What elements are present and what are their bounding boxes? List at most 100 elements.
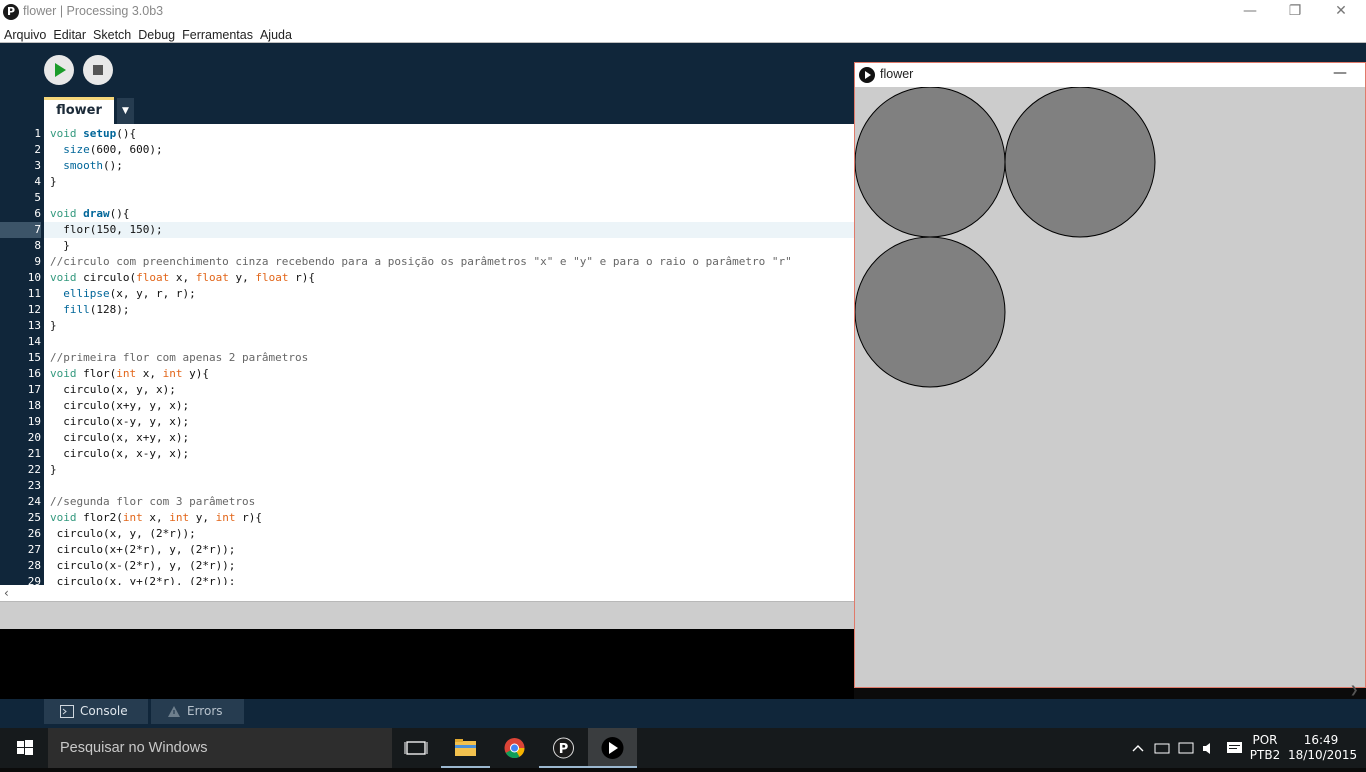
title-bar: P flower | Processing 3.0b3 — ❐ ✕ [0,0,1366,24]
language-indicator[interactable]: POR PTB2 [1246,728,1284,768]
tab-errors[interactable]: Errors [151,699,244,724]
code-line: //primeira flor com apenas 2 parâmetros [50,351,309,364]
line-number: 1 [34,127,41,140]
line-number: 9 [34,255,41,268]
stop-button[interactable] [83,55,113,85]
menu-arquivo[interactable]: Arquivo [0,27,49,42]
menu-ferramentas[interactable]: Ferramentas [178,27,256,42]
svg-text:P: P [559,742,569,757]
sketch-window[interactable]: flower — [854,62,1366,688]
tab-console-label: Console [80,704,128,718]
code-line: void draw(){ [50,207,130,220]
sketch-minimize-button[interactable]: — [1333,65,1347,81]
stop-icon [93,65,103,75]
code-line: } [50,319,57,332]
line-number: 28 [27,559,41,572]
code-line: flor(150, 150); [50,223,163,236]
line-number: 3 [34,159,41,172]
code-line: } [50,239,70,252]
line-number: 25 [27,511,41,524]
code-line: void flor2(int x, int y, int r){ [50,511,262,524]
tab-console[interactable]: Console [44,699,148,724]
line-number: 15 [27,351,41,364]
code-line: void setup(){ [50,127,137,140]
task-view-icon [404,741,428,755]
status-bar [0,601,854,629]
code-line: } [50,463,57,476]
code-line: smooth(); [63,159,123,172]
menu-debug[interactable]: Debug [134,27,178,42]
run-button[interactable] [44,55,74,85]
sketch-title-bar: flower — [855,63,1365,87]
file-explorer-button[interactable] [441,728,490,768]
sketch-title: flower [880,67,914,81]
scroll-left-icon[interactable]: ‹ [4,585,9,601]
console-tab-bar: Console Errors [0,699,1366,728]
clock-date: 18/10/2015 [1288,748,1358,762]
processing-taskbar-button[interactable]: P [539,728,588,768]
scroll-down-icon[interactable]: ❯ [1350,685,1358,696]
chrome-icon [504,738,525,759]
menu-sketch[interactable]: Sketch [89,27,134,42]
current-line-highlight [44,222,854,238]
clock[interactable]: 16:49 18/10/2015 [1288,728,1358,768]
code-line: } [50,175,57,188]
code-line: void circulo(float x, float y, float r){ [50,271,315,284]
horizontal-scrollbar[interactable]: ‹ [0,585,854,601]
sketch-taskbar-button[interactable] [588,728,637,768]
start-button[interactable] [0,728,48,768]
line-number: 26 [27,527,41,540]
line-number-gutter: 1 2 3 4 5 6 7 8 9 10 11 12 13 14 15 16 17 18 19 20 21 22 23 24 2… [0,124,44,588]
line-number: 6 [34,207,41,220]
console-output[interactable] [0,629,854,699]
line-number: 12 [27,303,41,316]
menu-ajuda[interactable]: Ajuda [256,27,295,42]
notification-icon [1227,742,1242,753]
menu-editar[interactable]: Editar [49,27,89,42]
folder-icon [455,739,476,756]
close-button[interactable]: ✕ [1318,0,1364,24]
tab-errors-label: Errors [187,704,223,718]
line-number: 2 [34,143,41,156]
tab-menu-chevron-down-icon[interactable]: ▼ [117,98,134,124]
line-number: 17 [27,383,41,396]
tray-chevron-up-icon [1132,745,1144,752]
sketch-canvas[interactable] [855,87,1365,687]
menu-bar: Arquivo Editar Sketch Debug Ferramentas Ajuda [0,24,1366,43]
line-number: 22 [27,463,41,476]
line-number: 5 [34,191,41,204]
code-editor[interactable]: void setup(){ size(600, 600); smooth();}… [44,124,854,585]
line-number: 10 [27,271,41,284]
tab-flower[interactable]: flower [44,97,114,124]
console-icon [60,705,74,718]
line-number: 27 [27,543,41,556]
task-view-button[interactable] [392,728,441,768]
line-number: 23 [27,479,41,492]
notifications-button[interactable] [1224,728,1246,768]
taskbar-search-input[interactable]: Pesquisar no Windows [48,728,392,768]
minimize-button[interactable]: — [1227,0,1273,24]
code-line: //segunda flor com 3 parâmetros [50,495,256,508]
language-code: POR [1252,733,1278,747]
windows-logo-icon [17,740,33,755]
taskbar: Pesquisar no Windows P POR PTB2 16:49 18… [0,728,1366,768]
code-line: circulo(x, x-y, x); [50,447,190,460]
processing-logo-icon: P [3,4,19,20]
line-number: 13 [27,319,41,332]
maximize-button[interactable]: ❐ [1272,0,1318,24]
code-line: circulo(x, y, (2*r)); [50,527,196,540]
play-icon [55,63,66,77]
code-line: circulo(x, y+(2*r), (2*r)); [50,575,236,585]
line-number: 21 [27,447,41,460]
play-circle-icon [601,737,624,759]
line-number: 18 [27,399,41,412]
flower-circle-3 [855,236,1006,388]
chrome-button[interactable] [490,728,539,768]
volume-icon [1203,743,1210,754]
code-line: circulo(x-y, y, x); [50,415,190,428]
code-line: size(600, 600); [63,143,163,156]
toolbar-extension [854,43,1366,62]
line-number: 8 [34,239,41,252]
line-number: 19 [27,415,41,428]
line-number: 7 [0,222,41,238]
